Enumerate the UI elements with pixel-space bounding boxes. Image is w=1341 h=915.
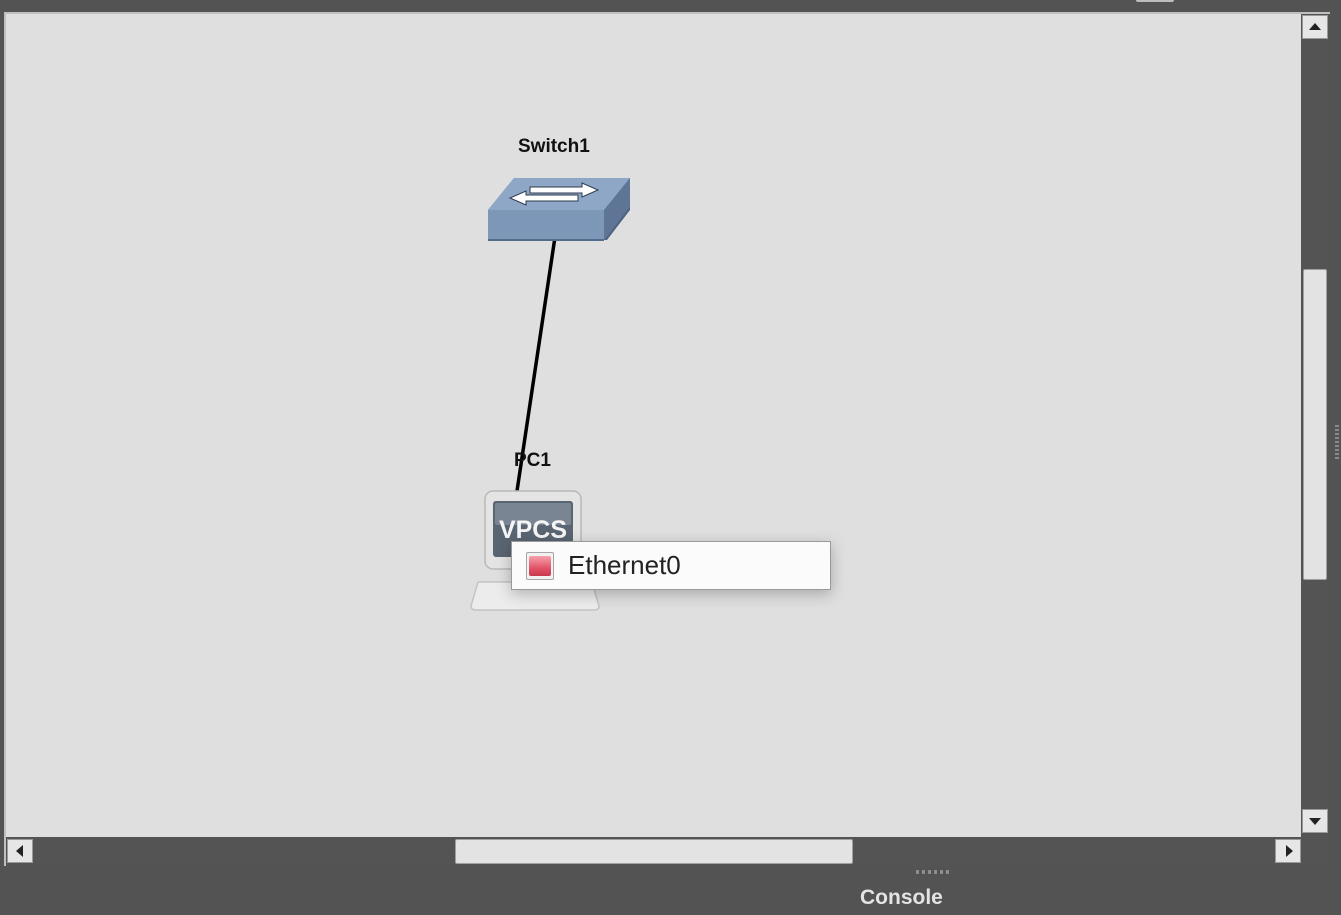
scroll-left-button[interactable] [7,839,33,863]
arrow-right-icon [1286,845,1293,857]
arrow-left-icon [16,845,23,857]
vpcs-icon-text: VPCS [499,516,567,544]
scroll-down-button[interactable] [1302,809,1328,833]
node-label-switch1[interactable]: Switch1 [518,136,590,158]
window-tab-edge [1136,0,1174,2]
scrollbar-corner [1301,837,1330,866]
ethernet-switch-icon [488,178,630,241]
console-dock: Console [0,866,1341,915]
vertical-scrollbar[interactable] [1301,14,1330,837]
horizontal-scroll-thumb[interactable] [455,839,853,864]
port-menu-item-ethernet0[interactable]: Ethernet0 [568,550,681,581]
switch1-node[interactable] [486,176,632,249]
arrow-up-icon [1309,23,1321,30]
horizontal-scrollbar[interactable] [6,837,1301,866]
arrow-down-icon [1309,818,1321,825]
topology-canvas[interactable]: Switch1 PC1 VPCS Ethernet0 [6,14,1301,837]
side-resize-grip-icon[interactable] [1335,425,1339,461]
port-status-icon [526,551,554,580]
dock-resize-grip-icon[interactable] [916,870,950,874]
link-down-led-icon [529,555,551,576]
scroll-up-button[interactable] [1302,15,1328,39]
vertical-scroll-thumb[interactable] [1303,269,1327,580]
scroll-right-button[interactable] [1275,839,1301,863]
port-selection-menu[interactable]: Ethernet0 [511,541,831,590]
link-layer [515,236,557,492]
console-dock-title[interactable]: Console [860,886,943,910]
node-label-pc1[interactable]: PC1 [514,450,551,472]
